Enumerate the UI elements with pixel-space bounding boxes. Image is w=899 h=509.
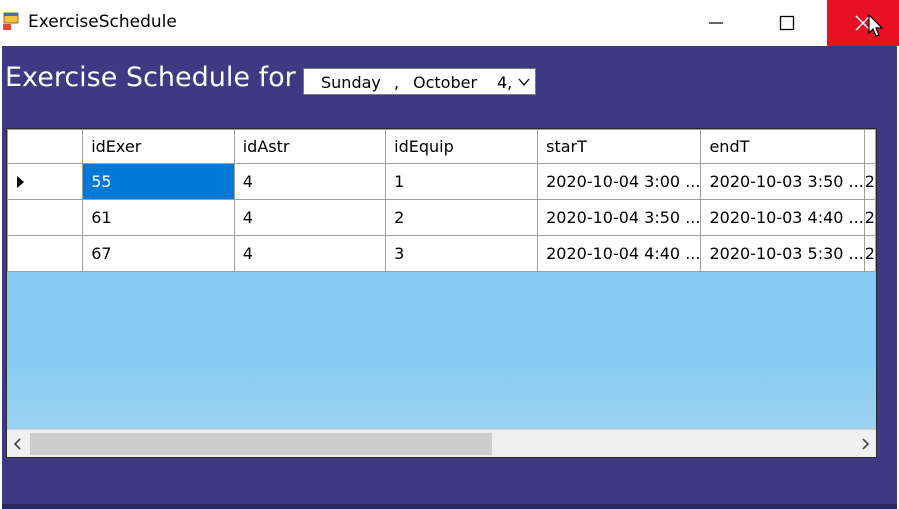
cell-idastr[interactable]: 4 [233,199,387,236]
minimize-button[interactable] [693,0,739,46]
cell-partial[interactable]: 2 [863,199,876,236]
header-row: idExer idAstr idEquip starT endT [7,129,876,164]
grid-empty-area [7,359,876,429]
column-header-idequip[interactable]: idEquip [385,129,539,164]
mouse-cursor-icon [868,14,884,37]
date-picker[interactable]: Sunday , October 4, [303,68,536,95]
date-picker-day[interactable]: Sunday [321,73,381,92]
row-pointer-icon [17,175,24,188]
cell-idastr[interactable]: 4 [233,235,387,272]
cell-idexer[interactable]: 61 [82,199,235,236]
cell-start[interactable]: 2020-10-04 3:50 ... [537,199,702,236]
table-row[interactable]: 55 4 1 2020-10-04 3:00 ... 2020-10-03 3:… [7,163,876,200]
chevron-left-icon [13,438,21,450]
cell-idequip[interactable]: 1 [385,163,539,200]
scroll-left-button[interactable] [7,430,29,457]
table-row[interactable]: 61 4 2 2020-10-04 3:50 ... 2020-10-03 4:… [7,199,876,236]
scroll-right-button[interactable] [854,430,876,457]
cell-partial[interactable]: 2 [863,163,876,200]
cell-idexer[interactable]: 67 [82,235,235,272]
maximize-button[interactable] [764,0,810,46]
page-heading: Exercise Schedule for [5,62,296,93]
form-client-area: Exercise Schedule for Sunday , October 4… [2,46,897,509]
cell-end[interactable]: 2020-10-03 5:30 ... [700,235,865,272]
scrollbar-thumb[interactable] [30,433,492,455]
horizontal-scrollbar[interactable] [7,429,876,457]
window-title: ExerciseSchedule [28,12,177,32]
title-bar[interactable]: ExerciseSchedule [0,0,899,46]
data-grid-table: idExer idAstr idEquip starT endT 55 4 1 … [7,129,876,272]
cell-idastr[interactable]: 4 [233,163,387,200]
cell-idequip[interactable]: 3 [385,235,539,272]
cell-idexer[interactable]: 55 [82,163,235,200]
cell-end[interactable]: 2020-10-03 3:50 ... [700,163,865,200]
top-left-header-cell[interactable] [7,129,84,164]
column-header-idastr[interactable]: idAstr [233,129,387,164]
date-picker-separator: , [394,73,400,92]
cell-start[interactable]: 2020-10-04 4:40 ... [537,235,702,272]
close-button[interactable] [827,0,899,46]
window-bottom-edge [2,504,897,509]
minimize-icon [709,22,723,24]
column-header-idexer[interactable]: idExer [82,129,235,164]
row-header[interactable] [7,163,84,200]
chevron-down-icon[interactable] [517,75,531,89]
row-header[interactable] [7,235,84,272]
column-header-start[interactable]: starT [537,129,702,164]
column-header-partial[interactable] [863,129,876,164]
maximize-icon [779,15,795,31]
row-header[interactable] [7,199,84,236]
date-picker-date[interactable]: 4, [497,73,512,92]
column-header-end[interactable]: endT [700,129,865,164]
app-icon [3,12,19,30]
date-picker-month[interactable]: October [413,73,477,92]
cell-partial[interactable]: 2 [863,235,876,272]
data-grid[interactable]: idExer idAstr idEquip starT endT 55 4 1 … [6,128,877,458]
chevron-right-icon [862,438,870,450]
cell-idequip[interactable]: 2 [385,199,539,236]
table-row[interactable]: 67 4 3 2020-10-04 4:40 ... 2020-10-03 5:… [7,235,876,272]
cell-start[interactable]: 2020-10-04 3:00 ... [537,163,702,200]
cell-end[interactable]: 2020-10-03 4:40 ... [700,199,865,236]
